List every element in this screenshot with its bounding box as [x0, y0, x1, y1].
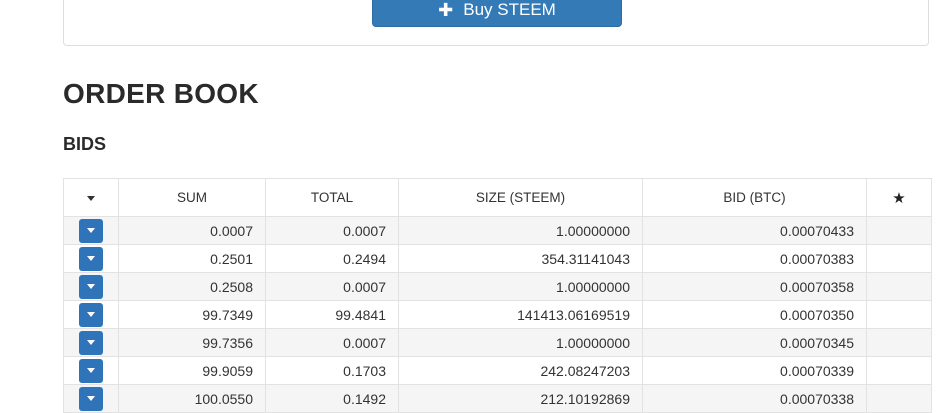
cell-size: 212.10192869 [398, 384, 643, 413]
cell-favorite[interactable] [866, 216, 932, 245]
column-header-size[interactable]: SIZE (STEEM) [398, 178, 643, 217]
caret-down-icon [87, 312, 95, 317]
cell-size: 1.00000000 [398, 328, 643, 357]
cell-size: 354.31141043 [398, 244, 643, 273]
cell-total: 0.1703 [265, 356, 399, 385]
bids-table: SUM TOTAL SIZE (STEEM) BID (BTC) ★ 0.000… [63, 178, 932, 413]
favorite-header[interactable]: ★ [866, 178, 932, 217]
cell-favorite[interactable] [866, 272, 932, 301]
cell-sum: 99.7356 [118, 328, 266, 357]
column-header-total[interactable]: TOTAL [265, 178, 399, 217]
cell-bid: 0.00070338 [642, 384, 867, 413]
cell-sum: 99.7349 [118, 300, 266, 329]
cell-total: 0.0007 [265, 216, 399, 245]
star-icon: ★ [892, 189, 906, 207]
cell-size: 1.00000000 [398, 272, 643, 301]
caret-down-icon [87, 368, 95, 373]
table-row: 99.7356 0.0007 1.00000000 0.00070345 [63, 328, 932, 357]
row-expand-button[interactable] [79, 386, 103, 411]
cell-favorite[interactable] [866, 300, 932, 329]
cell-size: 242.08247203 [398, 356, 643, 385]
cell-bid: 0.00070433 [642, 216, 867, 245]
cell-favorite[interactable] [866, 328, 932, 357]
cell-bid: 0.00070383 [642, 244, 867, 273]
table-row: 0.0007 0.0007 1.00000000 0.00070433 [63, 216, 932, 245]
cell-sum: 0.2501 [118, 244, 266, 273]
row-expand-button[interactable] [79, 330, 103, 355]
order-book-heading: ORDER BOOK [63, 78, 259, 109]
cell-favorite[interactable] [866, 244, 932, 273]
table-header-row: SUM TOTAL SIZE (STEEM) BID (BTC) ★ [63, 178, 932, 217]
caret-down-icon [87, 256, 95, 261]
buy-steem-button[interactable]: ✚ Buy STEEM [372, 0, 622, 27]
column-header-sum[interactable]: SUM [118, 178, 266, 217]
cell-sum: 100.0550 [118, 384, 266, 413]
cell-favorite[interactable] [866, 356, 932, 385]
cell-size: 141413.06169519 [398, 300, 643, 329]
cell-sum: 99.9059 [118, 356, 266, 385]
cell-sum: 0.0007 [118, 216, 266, 245]
row-expand-button[interactable] [79, 218, 103, 243]
caret-down-icon [87, 340, 95, 345]
row-expand-button[interactable] [79, 274, 103, 299]
table-row: 100.0550 0.1492 212.10192869 0.00070338 [63, 384, 932, 413]
row-expand-button[interactable] [79, 246, 103, 271]
buy-steem-label: Buy STEEM [463, 0, 556, 19]
caret-down-icon [87, 195, 95, 201]
table-row: 99.7349 99.4841 141413.06169519 0.000703… [63, 300, 932, 329]
cell-size: 1.00000000 [398, 216, 643, 245]
row-expand-button[interactable] [79, 302, 103, 327]
bids-heading: BIDS [63, 134, 107, 154]
column-header-bid[interactable]: BID (BTC) [642, 178, 867, 217]
cell-bid: 0.00070345 [642, 328, 867, 357]
cell-total: 99.4841 [265, 300, 399, 329]
cell-favorite[interactable] [866, 384, 932, 413]
plus-icon: ✚ [438, 0, 454, 20]
table-row: 0.2508 0.0007 1.00000000 0.00070358 [63, 272, 932, 301]
caret-down-icon [87, 284, 95, 289]
cell-total: 0.2494 [265, 244, 399, 273]
table-row: 99.9059 0.1703 242.08247203 0.00070339 [63, 356, 932, 385]
row-expand-button[interactable] [79, 358, 103, 383]
cell-bid: 0.00070339 [642, 356, 867, 385]
cell-total: 0.0007 [265, 328, 399, 357]
table-row: 0.2501 0.2494 354.31141043 0.00070383 [63, 244, 932, 273]
caret-down-icon [87, 396, 95, 401]
cell-total: 0.1492 [265, 384, 399, 413]
cell-total: 0.0007 [265, 272, 399, 301]
cell-bid: 0.00070358 [642, 272, 867, 301]
column-toggle-header[interactable] [63, 178, 119, 217]
cell-sum: 0.2508 [118, 272, 266, 301]
cell-bid: 0.00070350 [642, 300, 867, 329]
caret-down-icon [87, 228, 95, 233]
